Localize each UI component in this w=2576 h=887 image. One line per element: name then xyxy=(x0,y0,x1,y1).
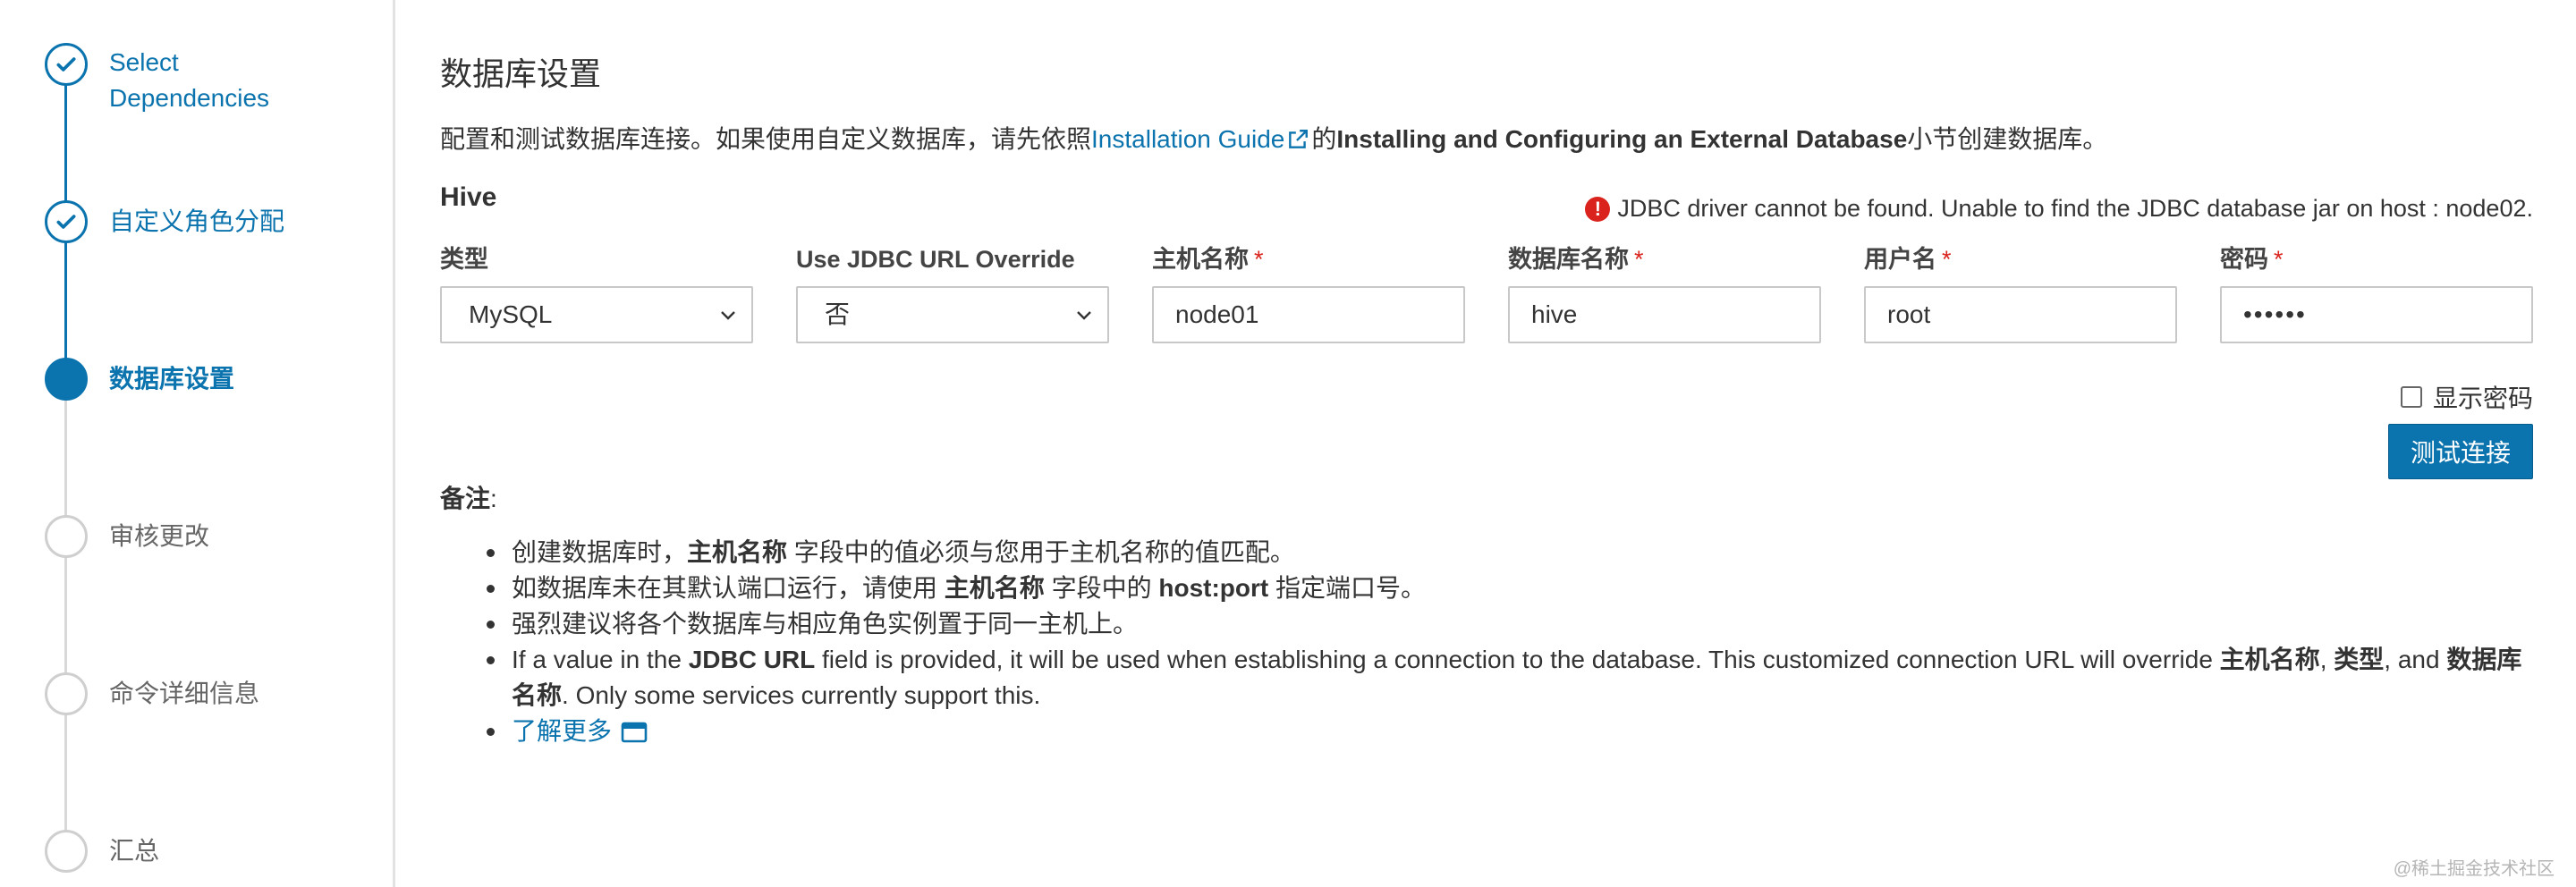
database-name-input[interactable]: hive xyxy=(1508,286,1821,343)
show-password-label: 显示密码 xyxy=(2432,384,2533,412)
chevron-down-icon xyxy=(1077,311,1091,320)
notes-title: 备注: xyxy=(440,485,497,512)
jdbc-override-label: Use JDBC URL Override xyxy=(796,246,1075,273)
wizard-steps-sidebar: Select Dependencies 自定义角色分配 数据库设置 审核更改 命… xyxy=(0,0,395,887)
pending-step-icon xyxy=(45,515,88,558)
notes-list: 创建数据库时，主机名称 字段中的值必须与您用于主机名称的值匹配。 如数据库未在其… xyxy=(487,535,2526,749)
external-link-icon[interactable] xyxy=(1286,128,1309,151)
type-field: 类型 MySQL xyxy=(440,241,753,343)
new-window-icon[interactable] xyxy=(621,721,648,744)
password-label: 密码 * xyxy=(2220,246,2284,273)
list-item: 如数据库未在其默认端口运行，请使用 主机名称 字段中的 host:port 指定… xyxy=(487,570,2526,606)
required-marker: * xyxy=(1634,246,1644,273)
type-label: 类型 xyxy=(440,246,488,273)
username-field: 用户名 * root xyxy=(1864,241,2177,343)
learn-more-link[interactable]: 了解更多 xyxy=(512,717,612,745)
password-field: 密码 * •••••• xyxy=(2220,241,2533,343)
progress-line-pending xyxy=(64,379,67,844)
database-name-label: 数据库名称 * xyxy=(1508,246,1644,273)
check-icon xyxy=(45,43,88,86)
step-label: 数据库设置 xyxy=(109,365,235,393)
jdbc-override-select[interactable]: 否 xyxy=(796,286,1109,343)
active-step-icon xyxy=(45,358,88,401)
database-fields-row: 类型 MySQL Use JDBC URL Override 否 主机名称 * n… xyxy=(440,241,2533,349)
list-item: 创建数据库时，主机名称 字段中的值必须与您用于主机名称的值匹配。 xyxy=(487,535,2526,570)
username-input[interactable]: root xyxy=(1864,286,2177,343)
error-icon: ! xyxy=(1585,196,1611,222)
step-label: 汇总 xyxy=(109,837,160,865)
step-label: Select Dependencies xyxy=(109,48,270,112)
hostname-label: 主机名称 * xyxy=(1152,246,1264,273)
username-label: 用户名 * xyxy=(1864,246,1952,273)
main-content: 数据库设置 配置和测试数据库连接。如果使用自定义数据库，请先依照Installa… xyxy=(440,0,2533,887)
list-item: 强烈建议将各个数据库与相应角色实例置于同一主机上。 xyxy=(487,606,2526,642)
show-password-toggle[interactable]: 显示密码 xyxy=(2400,379,2533,415)
jdbc-override-field: Use JDBC URL Override 否 xyxy=(796,241,1109,343)
database-name-field: 数据库名称 * hive xyxy=(1508,241,1821,343)
check-icon xyxy=(45,200,88,243)
watermark: @稀土掘金技术社区 xyxy=(2393,859,2555,879)
step-label: 自定义角色分配 xyxy=(109,207,285,235)
jdbc-error-alert: ! JDBC driver cannot be found. Unable to… xyxy=(1585,195,2533,223)
test-connection-button[interactable]: 测试连接 xyxy=(2388,424,2533,479)
list-item: If a value in the JDBC URL field is prov… xyxy=(487,642,2526,714)
step-label: 审核更改 xyxy=(109,522,210,550)
step-label: 命令详细信息 xyxy=(109,680,260,707)
hostname-input[interactable]: node01 xyxy=(1152,286,1465,343)
installation-guide-link[interactable]: Installation Guide xyxy=(1091,125,1284,153)
pending-step-icon xyxy=(45,830,88,873)
type-select[interactable]: MySQL xyxy=(440,286,753,343)
chevron-down-icon xyxy=(721,311,735,320)
show-password-checkbox[interactable] xyxy=(2400,386,2422,408)
list-item: 了解更多 xyxy=(487,714,2526,749)
required-marker: * xyxy=(1942,246,1952,273)
password-input[interactable]: •••••• xyxy=(2220,286,2533,343)
hive-section-title: Hive xyxy=(440,182,497,212)
pending-step-icon xyxy=(45,672,88,715)
required-marker: * xyxy=(1254,246,1264,273)
page-description: 配置和测试数据库连接。如果使用自定义数据库，请先依照Installation G… xyxy=(440,125,2108,153)
hostname-field: 主机名称 * node01 xyxy=(1152,241,1465,343)
page-title: 数据库设置 xyxy=(440,55,602,92)
required-marker: * xyxy=(2274,246,2284,273)
